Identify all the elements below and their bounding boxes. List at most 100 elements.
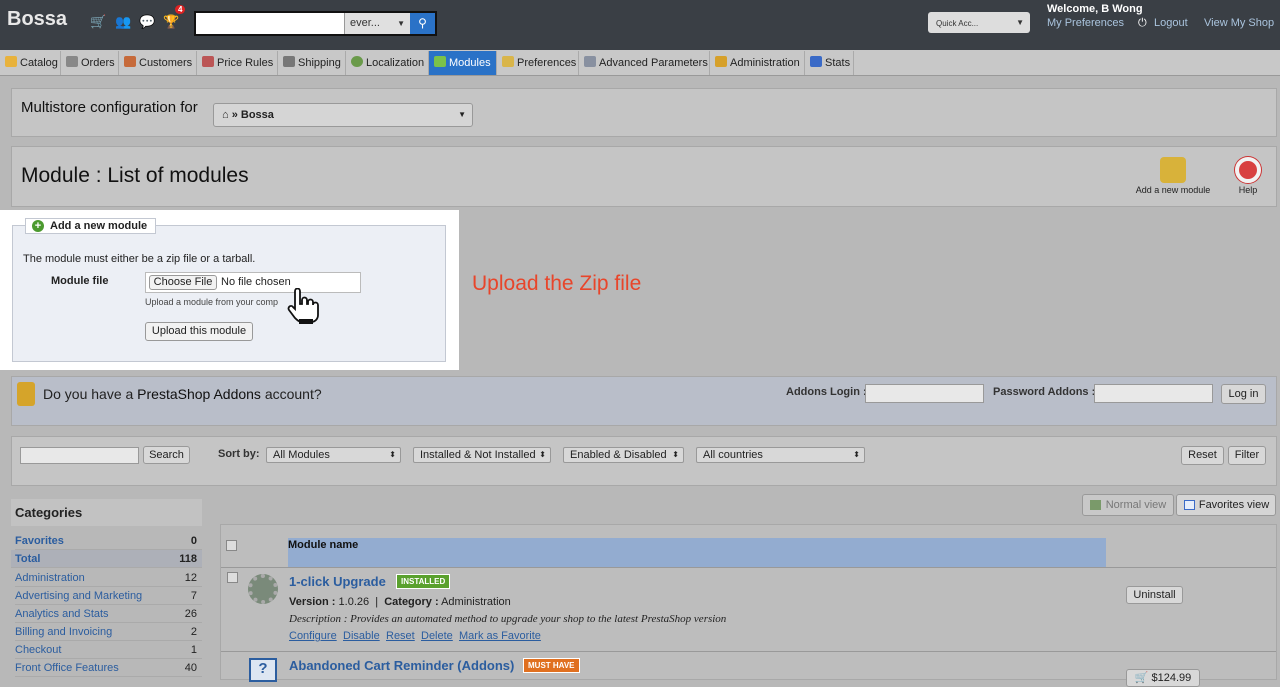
search-icon: ⚲ bbox=[418, 16, 427, 30]
module-search-input[interactable] bbox=[20, 447, 139, 464]
buy-module-button[interactable]: 🛒 $124.99 bbox=[1126, 669, 1200, 687]
tab-label: Shipping bbox=[298, 57, 341, 69]
addons-password-label: Password Addons : bbox=[993, 386, 1096, 398]
tab-preferences[interactable]: Preferences bbox=[497, 51, 579, 75]
my-preferences-link[interactable]: My Preferences bbox=[1047, 17, 1124, 29]
search-scope-value: ever... bbox=[350, 17, 380, 29]
addons-password-input[interactable] bbox=[1094, 384, 1213, 403]
select-all-checkbox[interactable] bbox=[226, 540, 237, 551]
delete-link[interactable]: Delete bbox=[421, 630, 453, 642]
module-name-link[interactable]: Abandoned Cart Reminder (Addons) bbox=[289, 658, 514, 673]
messages-icon[interactable]: 💬 bbox=[139, 14, 155, 30]
category-item-total[interactable]: Total 118 bbox=[11, 550, 202, 568]
reset-link[interactable]: Reset bbox=[386, 630, 415, 642]
preferences-icon bbox=[502, 56, 514, 67]
search-input[interactable] bbox=[196, 13, 344, 34]
category-item-billing[interactable]: Billing and Invoicing 2 bbox=[15, 623, 202, 641]
help-button[interactable]: Help bbox=[1230, 157, 1266, 195]
tab-price-rules[interactable]: Price Rules bbox=[197, 51, 278, 75]
multistore-select[interactable]: ⌂ » Bossa ▼ bbox=[213, 103, 473, 127]
upload-hint: Upload a module from your comp bbox=[145, 297, 279, 307]
chevron-updown-icon: ⬍ bbox=[853, 450, 860, 459]
category-item-checkout[interactable]: Checkout 1 bbox=[15, 641, 202, 659]
search-scope-select[interactable]: ever... ▼ bbox=[344, 13, 410, 34]
addons-question: Do you have a PrestaShop Addons account? bbox=[43, 386, 322, 402]
row-divider bbox=[221, 567, 1276, 568]
tab-label: Preferences bbox=[517, 57, 577, 69]
category-name: Billing and Invoicing bbox=[15, 626, 113, 638]
enabled-filter-value: Enabled & Disabled bbox=[570, 449, 667, 461]
category-item-administration[interactable]: Administration 12 bbox=[15, 569, 202, 587]
folder-icon bbox=[5, 56, 17, 67]
addons-login-input[interactable] bbox=[865, 384, 984, 403]
category-label: Category : bbox=[384, 596, 439, 608]
categories-title: Categories bbox=[11, 499, 202, 526]
category-count: 2 bbox=[190, 626, 197, 638]
tab-catalog[interactable]: Catalog bbox=[0, 51, 61, 75]
tab-stats[interactable]: Stats bbox=[805, 51, 854, 75]
favorites-view-icon bbox=[1184, 500, 1195, 510]
category-count: 12 bbox=[184, 572, 197, 584]
tab-advanced-parameters[interactable]: Advanced Parameters bbox=[579, 51, 710, 75]
customers-icon[interactable]: 👥 bbox=[115, 14, 131, 30]
tab-orders[interactable]: Orders bbox=[61, 51, 119, 75]
enabled-filter-select[interactable]: Enabled & Disabled ⬍ bbox=[563, 447, 684, 463]
normal-view-icon bbox=[1090, 500, 1101, 510]
tab-localization[interactable]: Localization bbox=[346, 51, 429, 75]
addons-brand: PrestaShop Addons bbox=[137, 386, 261, 402]
chevron-down-icon: ▼ bbox=[1016, 18, 1024, 27]
favorites-view-button[interactable]: Favorites view bbox=[1176, 494, 1276, 516]
module-row-checkbox[interactable] bbox=[227, 572, 238, 583]
filter-button[interactable]: Filter bbox=[1228, 446, 1266, 465]
shop-logo[interactable]: Bossa bbox=[7, 8, 67, 31]
country-filter-select[interactable]: All countries ⬍ bbox=[696, 447, 865, 463]
disable-link[interactable]: Disable bbox=[343, 630, 380, 642]
module-name-link[interactable]: 1-click Upgrade bbox=[289, 574, 386, 589]
bar-chart-icon bbox=[810, 56, 822, 67]
category-name: Front Office Features bbox=[15, 662, 119, 674]
lifebuoy-icon bbox=[1235, 157, 1261, 183]
search-button[interactable]: ⚲ bbox=[410, 13, 435, 34]
category-item-analytics[interactable]: Analytics and Stats 26 bbox=[15, 605, 202, 623]
upload-module-button[interactable]: Upload this module bbox=[145, 322, 253, 341]
category-count: 7 bbox=[190, 590, 197, 602]
tab-shipping[interactable]: Shipping bbox=[278, 51, 346, 75]
puzzle-icon bbox=[434, 56, 446, 67]
installed-filter-select[interactable]: Installed & Not Installed ⬍ bbox=[413, 447, 551, 463]
sort-module-select[interactable]: All Modules ⬍ bbox=[266, 447, 401, 463]
module-name-header: Module name bbox=[288, 539, 359, 551]
notification-badge: 4 bbox=[175, 5, 186, 14]
gear-upgrade-icon bbox=[248, 574, 278, 604]
category-item-favorites[interactable]: Favorites 0 bbox=[15, 532, 202, 550]
choose-file-button[interactable]: Choose File bbox=[149, 275, 217, 290]
tab-customers[interactable]: Customers bbox=[119, 51, 197, 75]
addons-question-pre: Do you have a bbox=[43, 386, 138, 402]
category-item-front-office[interactable]: Front Office Features 40 bbox=[15, 659, 202, 677]
tab-label: Localization bbox=[366, 57, 425, 69]
tab-modules[interactable]: Modules bbox=[429, 51, 497, 75]
upload-notice: The module must either be a zip file or … bbox=[23, 253, 256, 265]
tab-administration[interactable]: Administration bbox=[710, 51, 805, 75]
main-nav: Catalog Orders Customers Price Rules Shi… bbox=[0, 50, 1280, 76]
view-shop-link[interactable]: View My Shop bbox=[1204, 17, 1274, 29]
plus-icon: + bbox=[32, 220, 44, 232]
uninstall-button[interactable]: Uninstall bbox=[1126, 586, 1183, 604]
logout-link[interactable]: Logout bbox=[1154, 17, 1188, 29]
reset-button[interactable]: Reset bbox=[1181, 446, 1224, 465]
configure-link[interactable]: Configure bbox=[289, 630, 337, 642]
file-input[interactable]: Choose File No file chosen bbox=[145, 272, 361, 293]
chevron-down-icon: ▼ bbox=[397, 19, 405, 28]
lock-icon bbox=[17, 382, 35, 406]
quick-access-select[interactable]: Quick Acc... ▼ bbox=[928, 12, 1030, 33]
module-search-button[interactable]: Search bbox=[143, 446, 190, 464]
cart-icon[interactable]: 🛒 bbox=[90, 14, 106, 30]
no-file-chosen-text: No file chosen bbox=[221, 276, 291, 288]
category-item-advertising[interactable]: Advertising and Marketing 7 bbox=[15, 587, 202, 605]
add-new-module-button[interactable]: Add a new module bbox=[1130, 157, 1216, 195]
trophy-icon[interactable]: 🏆 bbox=[163, 14, 179, 30]
normal-view-button[interactable]: Normal view bbox=[1082, 494, 1174, 516]
annotation-text: Upload the Zip file bbox=[472, 272, 642, 295]
mark-favorite-link[interactable]: Mark as Favorite bbox=[459, 630, 541, 642]
sort-module-value: All Modules bbox=[273, 449, 330, 461]
addons-login-button[interactable]: Log in bbox=[1221, 384, 1266, 404]
